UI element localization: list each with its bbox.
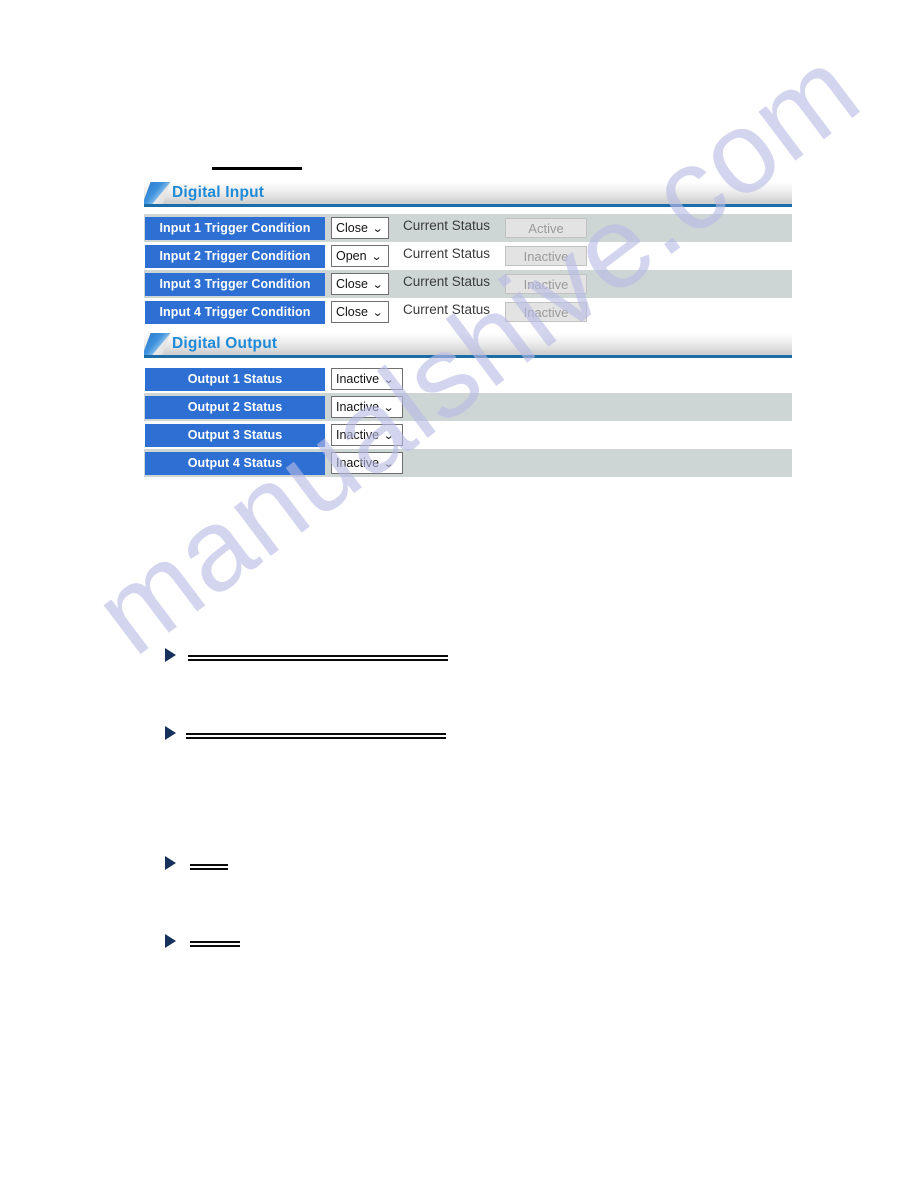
select-value: Inactive [336,372,380,386]
table-row: Input 4 Trigger Condition Close ⌄ Current S… [144,298,792,326]
row-label-button: Input 4 Trigger Condition [145,301,325,324]
section-spacer [144,358,792,365]
select-value: Inactive [336,428,380,442]
status-value-field: Inactive [505,302,587,322]
row-label-button: Input 1 Trigger Condition [145,217,325,240]
current-status-label: Current Status [403,246,491,261]
chevron-down-icon: ⌄ [371,307,384,319]
row-select-dropdown[interactable]: Inactive ⌄ [331,396,403,418]
select-value: Close [336,305,368,319]
redacted-caption-rule [186,733,446,739]
status-value-field: Inactive [505,274,587,294]
table-row: Input 2 Trigger Condition Open ⌄ Current St… [144,242,792,270]
table-row: Output 3 Status Inactive ⌄ [144,421,792,449]
row-select-dropdown[interactable]: Inactive ⌄ [331,424,403,446]
table-row: Input 3 Trigger Condition Close ⌄ Current S… [144,270,792,298]
row-label-button: Input 3 Trigger Condition [145,273,325,296]
select-value: Close [336,221,368,235]
redacted-heading-rule [212,167,302,170]
select-value: Inactive [336,400,380,414]
bullet-triangle-icon [165,934,176,948]
chevron-down-icon: ⌄ [382,458,395,470]
bullet-triangle-icon [165,726,176,740]
redacted-caption-rule [188,655,448,661]
row-label-button: Output 1 Status [145,368,325,391]
select-value: Open [336,249,367,263]
row-label-button: Output 4 Status [145,452,325,475]
row-label-button: Input 2 Trigger Condition [145,245,325,268]
settings-panel: Digital Input Input 1 Trigger Condition Cl… [144,182,792,484]
section-header-digital-output: Digital Output [144,333,792,358]
bullet-triangle-icon [165,648,176,662]
chevron-down-icon: ⌄ [371,279,384,291]
slash-icon [144,182,172,204]
status-value-field: Active [505,218,587,238]
row-label-button: Output 3 Status [145,424,325,447]
row-select-dropdown[interactable]: Inactive ⌄ [331,452,403,474]
status-value-field: Inactive [505,246,587,266]
section-spacer [144,207,792,214]
chevron-down-icon: ⌄ [382,374,395,386]
table-row: Output 2 Status Inactive ⌄ [144,393,792,421]
chevron-down-icon: ⌄ [382,402,395,414]
row-select-dropdown[interactable]: Close ⌄ [331,301,389,323]
table-row: Input 1 Trigger Condition Close ⌄ Current S… [144,214,792,242]
chevron-down-icon: ⌄ [371,223,384,235]
row-select-dropdown[interactable]: Close ⌄ [331,273,389,295]
current-status-label: Current Status [403,274,491,289]
section-title: Digital Output [172,335,278,352]
row-select-dropdown[interactable]: Inactive ⌄ [331,368,403,390]
section-title: Digital Input [172,184,265,201]
redacted-caption-rule [190,941,240,947]
table-bottom-spacer [144,477,792,484]
bullet-triangle-icon [165,856,176,870]
redacted-caption-rule [190,864,228,870]
table-row: Output 1 Status Inactive ⌄ [144,365,792,393]
select-value: Inactive [336,456,380,470]
row-label-button: Output 2 Status [145,396,325,419]
section-header-digital-input: Digital Input [144,182,792,207]
chevron-down-icon: ⌄ [370,251,382,263]
table-row: Output 4 Status Inactive ⌄ [144,449,792,477]
current-status-label: Current Status [403,302,491,317]
row-select-dropdown[interactable]: Open ⌄ [331,245,389,267]
document-page: Digital Input Input 1 Trigger Condition Cl… [0,0,918,1188]
chevron-down-icon: ⌄ [382,430,395,442]
row-select-dropdown[interactable]: Close ⌄ [331,217,389,239]
slash-icon [144,333,172,355]
current-status-label: Current Status [403,218,491,233]
select-value: Close [336,277,368,291]
table-bottom-spacer [144,326,792,333]
